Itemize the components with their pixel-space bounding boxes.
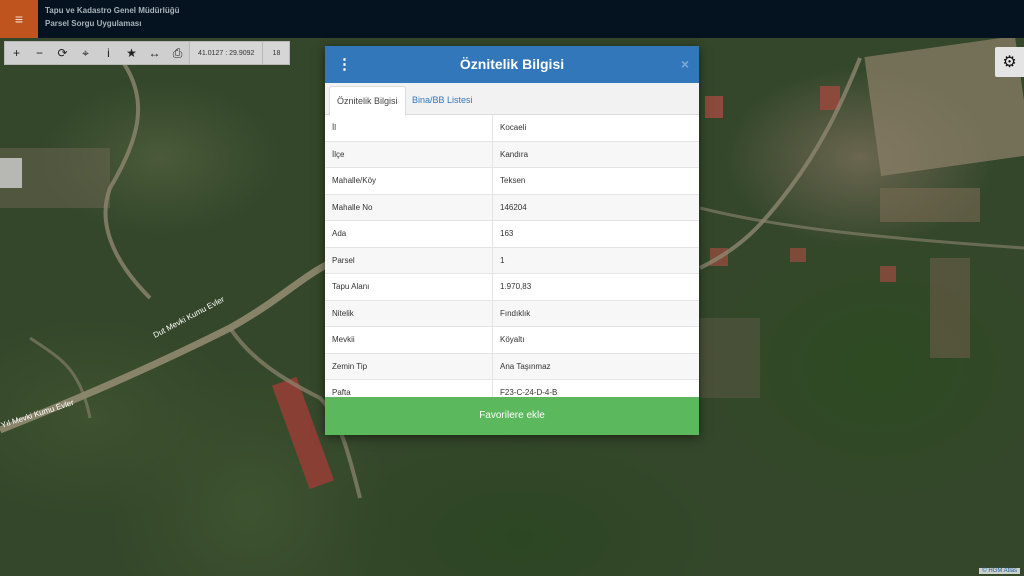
table-row: Mahalle No 146204 [325, 194, 699, 221]
kebab-menu-icon[interactable]: ⋮ [337, 56, 352, 74]
attribute-key: Mevkii [325, 326, 493, 354]
attribute-value: Kandıra [492, 141, 699, 168]
attribute-key: Zemin Tip [325, 353, 493, 380]
attribute-value: Fındıklık [492, 300, 699, 327]
dialog-header: Öznitelik Bilgisi ⋮ × [325, 46, 699, 83]
attribute-key: Ada [325, 220, 493, 248]
attribute-key: Parsel [325, 247, 493, 274]
attribute-value: Kocaeli [492, 115, 699, 142]
tab-attribute-info[interactable]: Öznitelik Bilgisi [329, 86, 406, 116]
locate-icon[interactable]: ⌖ [74, 42, 97, 64]
attribute-value: 1 [492, 247, 699, 274]
table-row: İlçe Kandıra [325, 141, 699, 168]
attribute-value: Teksen [492, 167, 699, 195]
app-header: ≡ Tapu ve Kadastro Genel Müdürlüğü Parse… [0, 0, 1024, 38]
table-row: İl Kocaeli [325, 115, 699, 142]
table-row: Parsel 1 [325, 247, 699, 274]
attribute-key: İlçe [325, 141, 493, 168]
refresh-icon[interactable]: ⟳ [51, 42, 74, 64]
app-title: Tapu ve Kadastro Genel Müdürlüğü [45, 6, 180, 15]
attribute-key: Mahalle No [325, 194, 493, 221]
add-to-favorites-button[interactable]: Favorilere ekle [325, 397, 699, 435]
attribute-value: 146204 [492, 194, 699, 221]
settings-button[interactable]: ⚙ [995, 47, 1024, 77]
table-row: Nitelik Fındıklık [325, 300, 699, 327]
gear-icon: ⚙ [1002, 54, 1017, 71]
table-row: Mevkii Köyaltı [325, 326, 699, 354]
table-row: Zemin Tip Ana Taşınmaz [325, 353, 699, 380]
app-subtitle: Parsel Sorgu Uygulaması [45, 19, 142, 28]
table-row: Mahalle/Köy Teksen [325, 167, 699, 195]
attribute-table: İl Kocaeli İlçe Kandıra Mahalle/Köy Teksen Mah… [325, 115, 699, 407]
attribute-key: İl [325, 115, 493, 142]
map-toolbar: + − ⟳ ⌖ i ★ ↔ ⎙ 41.0127 : 29.9092 18 [4, 41, 291, 65]
table-row: Tapu Alanı 1.970,83 [325, 273, 699, 301]
coordinate-readout: 41.0127 : 29.9092 [189, 42, 263, 64]
attribute-key: Mahalle/Köy [325, 167, 493, 195]
map-attribution[interactable]: © HGM Atlas [979, 568, 1020, 574]
attribute-value: Ana Taşınmaz [492, 353, 699, 380]
tab-building-list[interactable]: Bina/BB Listesi [405, 86, 480, 114]
attribute-key: Nitelik [325, 300, 493, 327]
zoom-level-readout: 18 [262, 42, 290, 64]
dialog-tabs: Öznitelik Bilgisi Bina/BB Listesi [325, 83, 699, 116]
attribute-key: Tapu Alanı [325, 273, 493, 301]
info-icon[interactable]: i [97, 42, 120, 64]
dialog-title: Öznitelik Bilgisi [459, 56, 565, 72]
attribute-value: 1.970,83 [492, 273, 699, 301]
star-icon[interactable]: ★ [120, 42, 143, 64]
zoom-out-icon[interactable]: − [28, 42, 51, 64]
menu-button[interactable]: ≡ [0, 0, 38, 38]
table-row: Ada 163 [325, 220, 699, 248]
print-icon[interactable]: ⎙ [166, 42, 189, 64]
zoom-in-icon[interactable]: + [5, 42, 28, 64]
attribute-dialog: Öznitelik Bilgisi ⋮ × Öznitelik Bilgisi … [325, 46, 699, 435]
close-icon[interactable]: × [681, 56, 689, 72]
hamburger-icon: ≡ [14, 11, 24, 27]
map-road-label: Yıl Mevki Kumu Evler [0, 398, 75, 430]
attribute-value: 163 [492, 220, 699, 248]
measure-icon[interactable]: ↔ [143, 42, 166, 64]
attribute-value: Köyaltı [492, 326, 699, 354]
